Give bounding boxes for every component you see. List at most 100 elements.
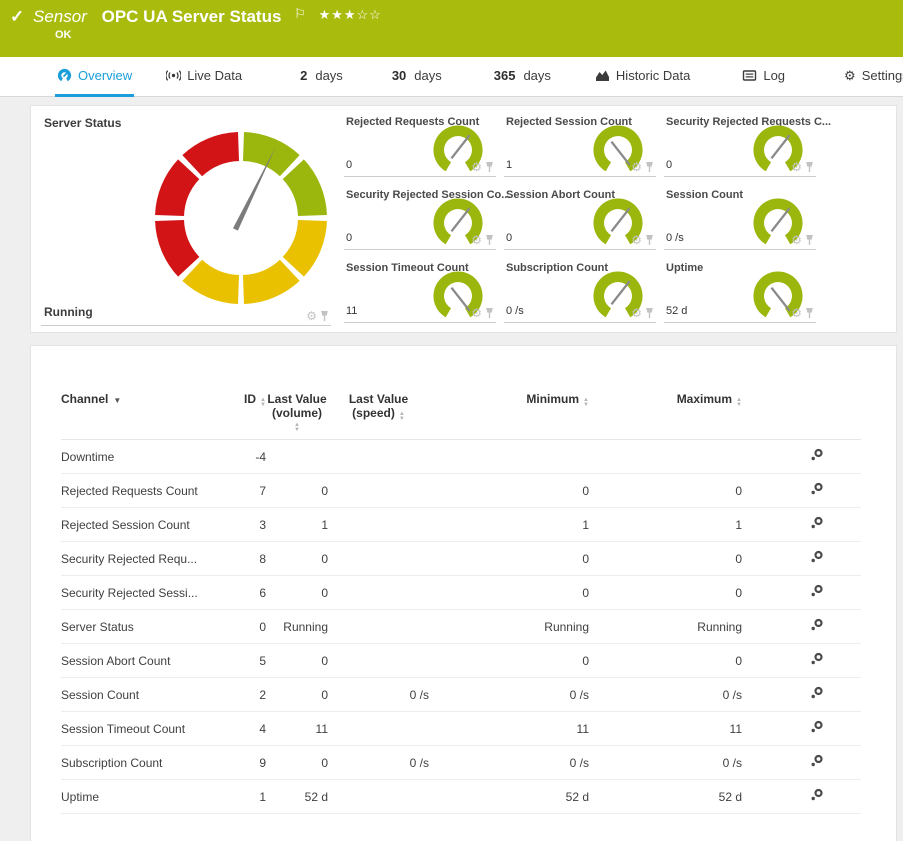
channel-id: 7 [231,484,266,498]
channel-settings-icon[interactable] [809,788,824,802]
table-row: Session Count200 /s0 /s0 /s [61,678,861,712]
last-value-volume: 0 [266,586,328,600]
gauge-tile: Session Timeout Count11⚙ [344,258,496,323]
channel-id: 2 [231,688,266,702]
channel-id: 6 [231,586,266,600]
col-last-value-volume[interactable]: Last Value (volume)▲▼ [266,384,328,433]
tab-historic-data[interactable]: Historic Data [593,57,692,97]
tab-overview[interactable]: Overview [55,57,134,97]
maximum-value: 0 /s [589,756,742,770]
channel-id: 0 [231,620,266,634]
tab-label: days [523,68,550,83]
flag-icon[interactable]: ⚐ [294,6,306,21]
gauge-tile-footer: 0⚙ [664,156,816,177]
minimum-value: 0 /s [429,756,589,770]
col-id[interactable]: ID▲▼ [231,384,266,408]
channel-settings-icon[interactable] [809,754,824,768]
pin-icon[interactable] [485,161,494,173]
gear-icon[interactable]: ⚙ [631,307,642,319]
live-icon [166,68,181,83]
channel-settings-icon[interactable] [809,482,824,496]
sensor-title: OPC UA Server Status [102,7,282,26]
maximum-value: 0 /s [589,688,742,702]
tab-2-days[interactable]: 2 days [298,57,345,97]
tab-label: days [414,68,441,83]
maximum-value: 0 [589,484,742,498]
pin-icon[interactable] [645,161,654,173]
last-value-volume: Running [266,620,328,634]
col-minimum[interactable]: Minimum▲▼ [429,384,589,408]
tab-label: Historic Data [616,68,690,83]
gauge-label: Security Rejected Session Co... [346,189,510,201]
gear-icon[interactable]: ⚙ [631,234,642,246]
col-channel[interactable]: Channel▼ [61,384,231,406]
pin-icon[interactable] [645,234,654,246]
pin-icon[interactable] [805,234,814,246]
tab-number: 30 [392,68,406,83]
tab-label: days [315,68,342,83]
table-row: Security Rejected Sessi...6000 [61,576,861,610]
tab-365-days[interactable]: 365days [492,57,553,97]
table-row: Rejected Session Count3111 [61,508,861,542]
gauge-tile: Uptime52 d⚙ [664,258,816,323]
gear-icon[interactable]: ⚙ [306,310,317,322]
gauge-tile-footer: 0⚙ [344,156,496,177]
gear-icon[interactable]: ⚙ [471,161,482,173]
status-badge: OK [55,29,72,41]
sensor-page: ✓ Sensor OPC UA Server Status ⚐ ★★★☆☆ OK… [0,0,903,841]
gear-icon[interactable]: ⚙ [471,307,482,319]
table-row: Security Rejected Requ...8000 [61,542,861,576]
pin-icon[interactable] [805,307,814,319]
channel-settings-icon[interactable] [809,618,824,632]
channel-id: 9 [231,756,266,770]
pin-icon[interactable] [645,307,654,319]
gauge-tile: Security Rejected Requests C...0⚙ [664,112,816,177]
tab-label: Log [763,68,785,83]
gear-icon[interactable]: ⚙ [471,234,482,246]
tab-live-data[interactable]: Live Data [164,57,244,97]
gauge-tile-footer: 0⚙ [504,229,656,250]
channel-settings-icon[interactable] [809,652,824,666]
table-row: Uptime152 d52 d52 d [61,780,861,814]
tab-log[interactable]: Log [740,57,787,97]
pin-icon[interactable] [485,234,494,246]
minimum-value: 0 [429,552,589,566]
tab-30-days[interactable]: 30 days [390,57,444,97]
check-icon: ✓ [10,7,24,27]
channel-settings-icon[interactable] [809,550,824,564]
channel-name: Security Rejected Sessi... [61,586,231,600]
pin-icon[interactable] [320,310,329,322]
sort-icon: ▲▼ [399,412,405,422]
pin-icon[interactable] [485,307,494,319]
channel-settings-icon[interactable] [809,720,824,734]
gear-icon[interactable]: ⚙ [631,161,642,173]
pin-icon[interactable] [805,161,814,173]
channel-settings-icon[interactable] [809,448,824,462]
channel-name: Session Abort Count [61,654,231,668]
col-last-value-speed[interactable]: Last Value (speed)▲▼ [328,384,429,422]
gear-icon[interactable]: ⚙ [791,161,802,173]
priority-stars[interactable]: ★★★☆☆ [319,7,382,22]
server-status-gauge-footer: Running ⚙ [41,299,331,326]
tab-number: 2 [300,68,307,83]
gauge-value: 0 /s [666,232,684,244]
channel-name: Rejected Requests Count [61,484,231,498]
gauges-panel: Server Status Running ⚙ Rejected Request… [30,105,897,333]
chart-icon [595,68,610,83]
last-value-volume: 0 [266,654,328,668]
maximum-value: 1 [589,518,742,532]
gear-icon[interactable]: ⚙ [791,234,802,246]
col-maximum[interactable]: Maximum▲▼ [589,384,742,408]
channel-name: Security Rejected Requ... [61,552,231,566]
channel-name: Downtime [61,450,231,464]
channel-settings-icon[interactable] [809,516,824,530]
minimum-value: 0 /s [429,688,589,702]
channel-settings-icon[interactable] [809,584,824,598]
gear-icon[interactable]: ⚙ [791,307,802,319]
tab-label: Live Data [187,68,242,83]
last-value-volume: 52 d [266,790,328,804]
tab-settings[interactable]: ⚙Settings [842,57,903,97]
gauge-value: 1 [506,159,512,171]
channel-settings-icon[interactable] [809,686,824,700]
gauge-tile-footer: 52 d⚙ [664,302,816,323]
